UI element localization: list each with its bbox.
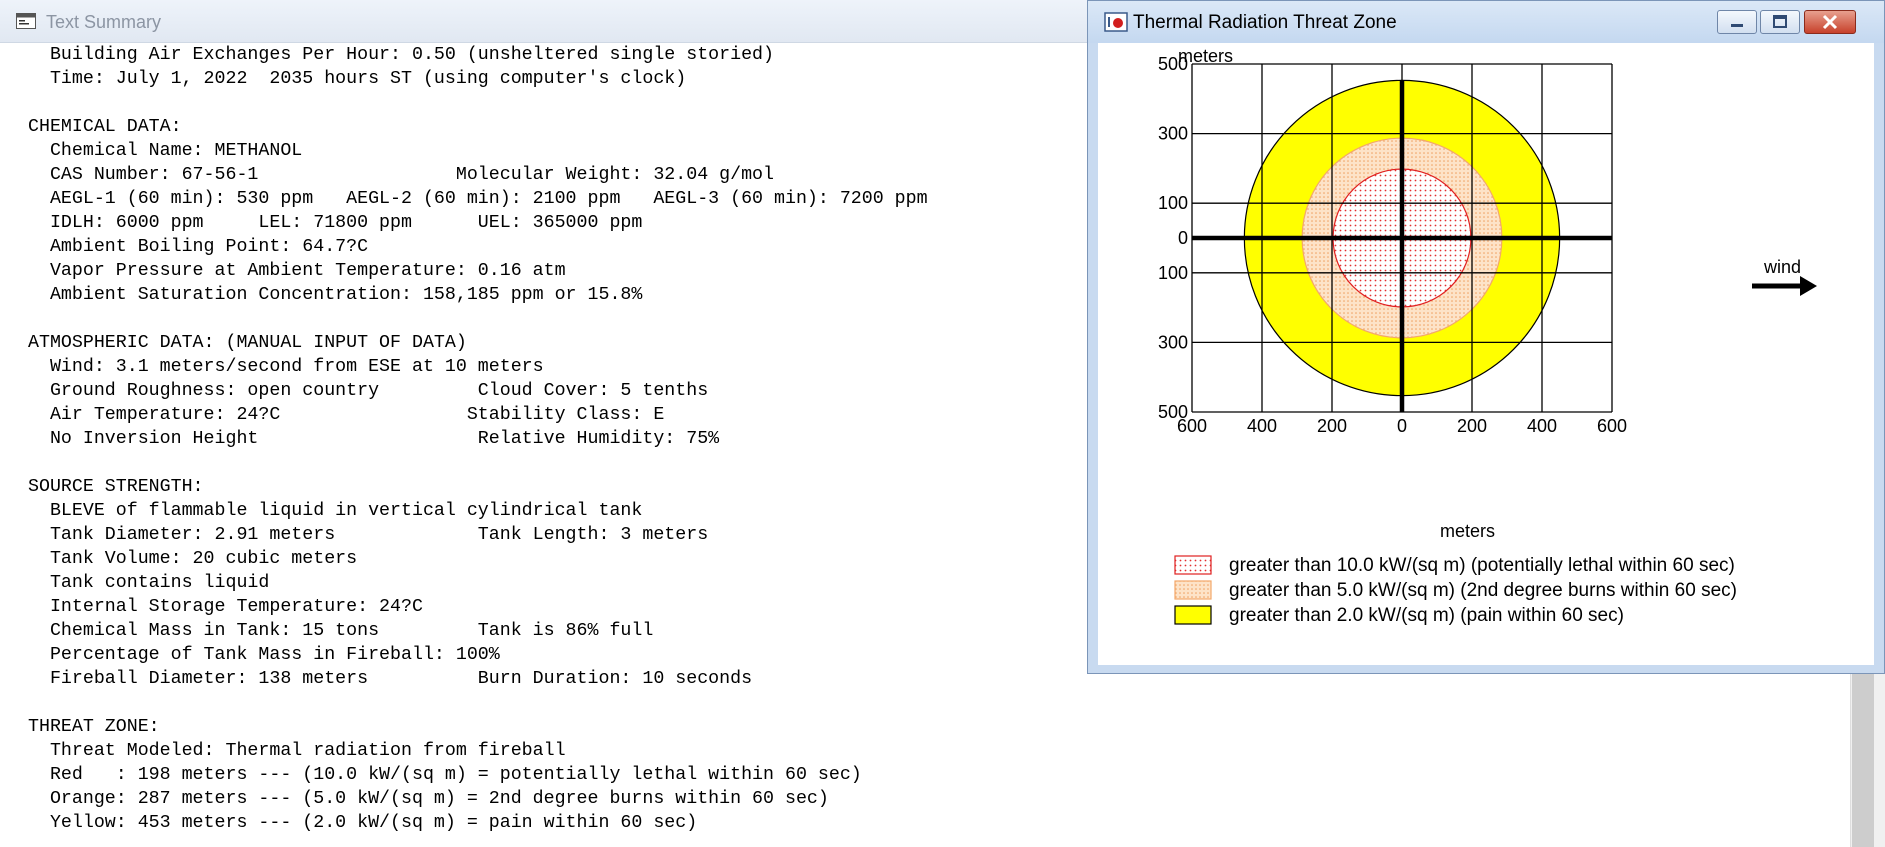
threat-zone-plot-area: 500 300 100 0 100 300 500 600 400 200 0 200 400 600 m… bbox=[1098, 43, 1874, 665]
close-icon bbox=[1822, 14, 1838, 30]
y-tick-label: 0 bbox=[1178, 228, 1188, 248]
summary-line: Red : 198 meters --- (10.0 kW/(sq m) = p… bbox=[28, 765, 862, 785]
summary-line: Internal Storage Temperature: 24?C bbox=[28, 597, 423, 617]
x-tick-label: 200 bbox=[1457, 416, 1487, 436]
legend-label: greater than 10.0 kW/(sq m) (potentially… bbox=[1229, 555, 1735, 576]
summary-line: BLEVE of flammable liquid in vertical cy… bbox=[28, 501, 643, 521]
threat-zone-titlebar[interactable]: Thermal Radiation Threat Zone bbox=[1088, 1, 1884, 43]
summary-line: Threat Modeled: Thermal radiation from f… bbox=[28, 741, 566, 761]
wind-label: wind bbox=[1763, 257, 1801, 277]
summary-line: Vapor Pressure at Ambient Temperature: 0… bbox=[28, 261, 566, 281]
y-tick-label: 100 bbox=[1158, 263, 1188, 283]
minimize-icon bbox=[1731, 24, 1743, 27]
legend-swatch bbox=[1174, 580, 1212, 600]
summary-line: Fireball Diameter: 138 meters Burn Durat… bbox=[28, 669, 753, 689]
threat-zone-plot: 5003001000100300500600 400 200 0 200 400 600 m… bbox=[1158, 46, 1817, 626]
y-tick-label: 300 bbox=[1158, 332, 1188, 352]
x-tick-label: 400 bbox=[1247, 416, 1277, 436]
minimize-button[interactable] bbox=[1717, 10, 1757, 34]
legend-swatch bbox=[1174, 555, 1212, 575]
x-axis-unit-label: meters bbox=[1440, 521, 1495, 541]
wind-arrow-icon bbox=[1752, 276, 1817, 296]
summary-line: Ambient Boiling Point: 64.7?C bbox=[28, 237, 369, 257]
section-heading: THREAT ZONE: bbox=[28, 717, 160, 737]
summary-line: Percentage of Tank Mass in Fireball: 100… bbox=[28, 645, 500, 665]
summary-line: Air Temperature: 24?C Stability Class: E bbox=[28, 405, 665, 425]
section-heading: CHEMICAL DATA: bbox=[28, 117, 182, 137]
summary-line: No Inversion Height Relative Humidity: 7… bbox=[28, 429, 720, 449]
legend-label: greater than 5.0 kW/(sq m) (2nd degree b… bbox=[1229, 580, 1737, 601]
section-heading: ATMOSPHERIC DATA: (MANUAL INPUT OF DATA) bbox=[28, 333, 467, 353]
y-axis-unit-label: meters bbox=[1178, 46, 1233, 66]
legend-label: greater than 2.0 kW/(sq m) (pain within … bbox=[1229, 605, 1624, 626]
x-tick-label: 600 bbox=[1597, 416, 1627, 436]
legend-swatch bbox=[1174, 605, 1212, 625]
summary-line: Chemical Name: METHANOL bbox=[28, 141, 303, 161]
maximize-button[interactable] bbox=[1760, 10, 1800, 34]
summary-line: Ambient Saturation Concentration: 158,18… bbox=[28, 285, 643, 305]
summary-line: Tank contains liquid bbox=[28, 573, 270, 593]
summary-line: Orange: 287 meters --- (5.0 kW/(sq m) = … bbox=[28, 789, 829, 809]
summary-line: Ground Roughness: open country Cloud Cov… bbox=[28, 381, 709, 401]
summary-line: Building Air Exchanges Per Hour: 0.50 (u… bbox=[28, 45, 774, 65]
summary-line: Time: July 1, 2022 2035 hours ST (using … bbox=[28, 69, 687, 89]
threat-zone-app-icon bbox=[1104, 12, 1128, 32]
maximize-icon bbox=[1773, 15, 1787, 28]
scrollbar-thumb[interactable] bbox=[1852, 672, 1874, 847]
summary-line: Tank Volume: 20 cubic meters bbox=[28, 549, 358, 569]
threat-zone-title: Thermal Radiation Threat Zone bbox=[1133, 12, 1397, 33]
text-summary-title: Text Summary bbox=[46, 12, 162, 32]
window-icon bbox=[16, 13, 36, 29]
y-tick-label: 100 bbox=[1158, 193, 1188, 213]
section-heading: SOURCE STRENGTH: bbox=[28, 477, 204, 497]
x-tick-label: 600 bbox=[1177, 416, 1207, 436]
x-tick-label: 0 bbox=[1397, 416, 1407, 436]
text-summary-body: Building Air Exchanges Per Hour: 0.50 (u… bbox=[28, 43, 928, 835]
y-tick-label: 300 bbox=[1158, 124, 1188, 144]
summary-line: Wind: 3.1 meters/second from ESE at 10 m… bbox=[28, 357, 544, 377]
threat-zone-window: Thermal Radiation Threat Zone 500 300 10… bbox=[1087, 0, 1885, 674]
summary-line: AEGL-1 (60 min): 530 ppm AEGL-2 (60 min)… bbox=[28, 189, 928, 209]
summary-line: CAS Number: 67-56-1 Molecular Weight: 32… bbox=[28, 165, 774, 185]
x-tick-label: 200 bbox=[1317, 416, 1347, 436]
summary-line: Tank Diameter: 2.91 meters Tank Length: … bbox=[28, 525, 709, 545]
summary-line: Chemical Mass in Tank: 15 tons Tank is 8… bbox=[28, 621, 654, 641]
x-tick-label: 400 bbox=[1527, 416, 1557, 436]
close-button[interactable] bbox=[1804, 10, 1856, 34]
summary-line: IDLH: 6000 ppm LEL: 71800 ppm UEL: 36500… bbox=[28, 213, 643, 233]
summary-line: Yellow: 453 meters --- (2.0 kW/(sq m) = … bbox=[28, 813, 698, 833]
